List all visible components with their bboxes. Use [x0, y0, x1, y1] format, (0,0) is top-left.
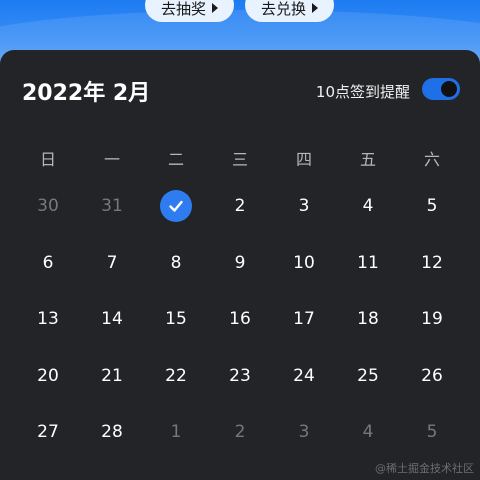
calendar-day[interactable]: 13 — [16, 299, 80, 339]
calendar-day[interactable]: 25 — [336, 356, 400, 396]
calendar-day[interactable]: 6 — [16, 243, 80, 283]
calendar-day[interactable]: 27 — [16, 412, 80, 452]
calendar-day[interactable]: 17 — [272, 299, 336, 339]
calendar-day[interactable]: 30 — [16, 186, 80, 226]
calendar-card: 2022年 2月 10点签到提醒 日一二三四五六 30 31 2 3 4 5 6 7 8 9 10 1… — [0, 50, 480, 480]
calendar-day[interactable]: 7 — [80, 243, 144, 283]
calendar-day[interactable]: 3 — [272, 412, 336, 452]
calendar-day[interactable]: 26 — [400, 356, 464, 396]
weekday-label: 四 — [295, 150, 312, 169]
calendar-day[interactable]: 22 — [144, 356, 208, 396]
weekday-label: 五 — [359, 150, 376, 169]
calendar-day[interactable]: 2 — [208, 412, 272, 452]
arrow-right-icon — [212, 3, 218, 13]
calendar-week-row: 20 21 22 23 24 25 26 — [0, 348, 480, 405]
calendar-weeks: 30 31 2 3 4 5 6 7 8 9 10 11 12 13 14 15 16 17 18 19 20 21 22 23… — [0, 178, 480, 461]
calendar-day[interactable]: 4 — [336, 186, 400, 226]
exchange-button-label: 去兑换 — [260, 0, 306, 18]
calendar-day[interactable]: 11 — [336, 243, 400, 283]
reminder-toggle[interactable] — [422, 78, 460, 100]
calendar-day[interactable]: 15 — [144, 299, 208, 339]
calendar-day[interactable]: 5 — [400, 412, 464, 452]
calendar-day[interactable]: 20 — [16, 356, 80, 396]
calendar-day[interactable]: 24 — [272, 356, 336, 396]
calendar-day[interactable]: 19 — [400, 299, 464, 339]
weekday-label: 一 — [103, 150, 120, 169]
calendar-day[interactable]: 23 — [208, 356, 272, 396]
action-buttons: 去抽奖 去兑换 — [0, 0, 480, 22]
checkmark-icon — [160, 190, 192, 223]
lottery-button-label: 去抽奖 — [160, 0, 206, 18]
calendar-day-checked[interactable] — [144, 186, 208, 226]
calendar-day[interactable]: 4 — [336, 412, 400, 452]
calendar-week-row: 6 7 8 9 10 11 12 — [0, 235, 480, 292]
weekday-header: 日一二三四五六 — [0, 138, 480, 178]
reminder-label: 10点签到提醒 — [315, 83, 410, 101]
calendar-day[interactable]: 2 — [208, 186, 272, 226]
calendar-day[interactable]: 8 — [144, 243, 208, 283]
calendar-day[interactable]: 10 — [272, 243, 336, 283]
calendar-day[interactable]: 31 — [80, 186, 144, 226]
lottery-button[interactable]: 去抽奖 — [145, 0, 234, 22]
calendar-day[interactable]: 18 — [336, 299, 400, 339]
calendar-day[interactable]: 1 — [144, 412, 208, 452]
calendar-week-row: 13 14 15 16 17 18 19 — [0, 291, 480, 348]
toggle-knob — [441, 81, 457, 97]
weekday-label: 日 — [39, 150, 56, 169]
calendar-day[interactable]: 5 — [400, 186, 464, 226]
weekday-label: 二 — [167, 150, 184, 169]
calendar-day[interactable]: 12 — [400, 243, 464, 283]
calendar-day[interactable]: 16 — [208, 299, 272, 339]
calendar-week-row: 27 28 1 2 3 4 5 — [0, 404, 480, 461]
exchange-button[interactable]: 去兑换 — [245, 0, 334, 22]
calendar-title: 2022年 2月 — [22, 81, 151, 106]
watermark: @稀土掘金技术社区 — [375, 462, 474, 475]
calendar-day[interactable]: 28 — [80, 412, 144, 452]
calendar-day[interactable]: 21 — [80, 356, 144, 396]
arrow-right-icon — [312, 3, 318, 13]
weekday-label: 三 — [231, 150, 248, 169]
calendar-day[interactable]: 3 — [272, 186, 336, 226]
calendar-week-row: 30 31 2 3 4 5 — [0, 178, 480, 235]
calendar-day[interactable]: 14 — [80, 299, 144, 339]
weekday-label: 六 — [423, 150, 440, 169]
calendar-day[interactable]: 9 — [208, 243, 272, 283]
calendar-grid: 日一二三四五六 30 31 2 3 4 5 6 7 8 9 10 11 12 13 14 15 16 17 18 19… — [0, 138, 480, 461]
